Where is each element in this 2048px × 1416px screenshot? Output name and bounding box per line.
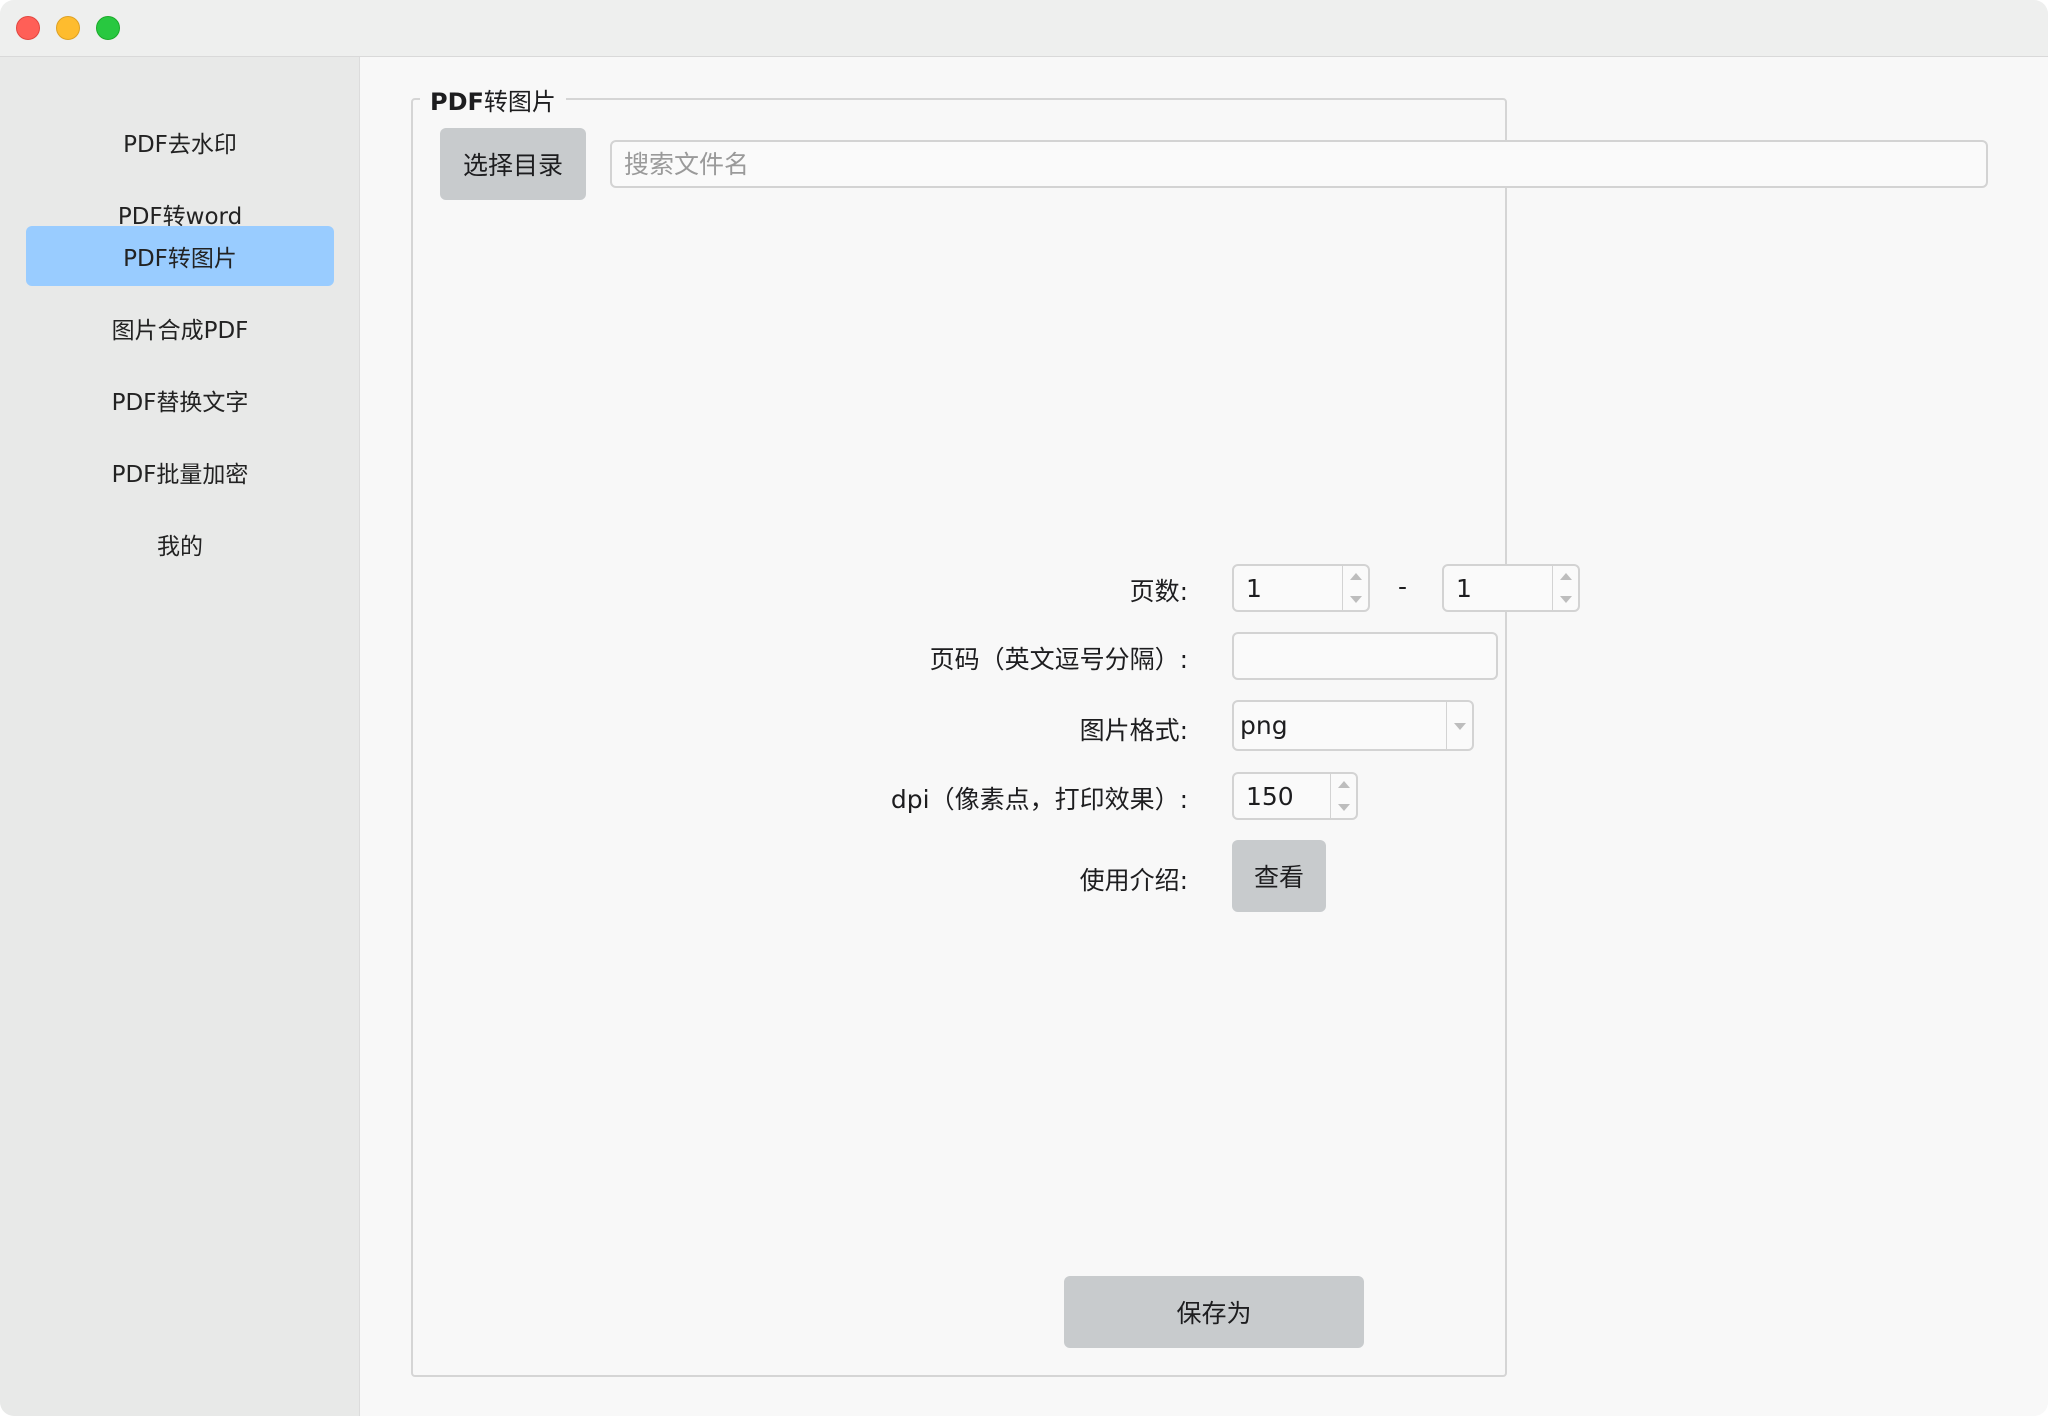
sidebar-item-mine[interactable]: 我的 — [26, 514, 334, 574]
page-from-spinbox[interactable]: 1 — [1232, 564, 1370, 612]
app-window: PDF去水印 PDF转word PDF转图片 图片合成PDF PDF替换文字 P… — [0, 0, 2048, 1416]
arrow-up-icon[interactable] — [1350, 573, 1362, 580]
image-format-value: png — [1240, 711, 1288, 740]
sidebar-item-pdf-batch-encrypt[interactable]: PDF批量加密 — [26, 442, 334, 502]
arrow-down-icon[interactable] — [1560, 596, 1572, 603]
arrow-down-icon[interactable] — [1338, 804, 1350, 811]
arrow-up-icon[interactable] — [1338, 781, 1350, 788]
chevron-down-icon — [1454, 723, 1466, 730]
page-to-value: 1 — [1456, 573, 1472, 603]
page-numbers-label: 页码（英文逗号分隔）: — [929, 645, 1188, 674]
close-window-button[interactable] — [16, 16, 40, 40]
usage-intro-label: 使用介绍: — [1079, 866, 1188, 895]
group-title-suffix: 转图片 — [483, 88, 556, 116]
page-numbers-input[interactable] — [1232, 632, 1498, 680]
minimize-window-button[interactable] — [56, 16, 80, 40]
dpi-spinbox[interactable]: 150 — [1232, 772, 1358, 820]
dpi-label: dpi（像素点，打印效果）: — [890, 785, 1188, 814]
dropdown-arrow[interactable] — [1446, 702, 1472, 749]
sidebar-item-pdf-remove-watermark[interactable]: PDF去水印 — [26, 112, 334, 172]
group-title-prefix: PDF — [430, 88, 484, 116]
page-to-stepper[interactable] — [1552, 566, 1578, 610]
title-bar — [0, 0, 2048, 57]
page-range-separator: - — [1398, 572, 1408, 601]
image-format-select[interactable]: png — [1232, 700, 1474, 751]
sidebar-item-pdf-replace-text[interactable]: PDF替换文字 — [26, 370, 334, 430]
page-to-spinbox[interactable]: 1 — [1442, 564, 1580, 612]
pages-label: 页数: — [1129, 577, 1188, 606]
arrow-up-icon[interactable] — [1560, 573, 1572, 580]
save-as-button[interactable]: 保存为 — [1064, 1276, 1364, 1348]
sidebar: PDF去水印 PDF转word PDF转图片 图片合成PDF PDF替换文字 P… — [0, 57, 360, 1416]
dpi-value: 150 — [1246, 781, 1294, 811]
dpi-stepper[interactable] — [1330, 774, 1356, 818]
arrow-down-icon[interactable] — [1350, 596, 1362, 603]
group-title: PDF转图片 — [420, 82, 566, 117]
view-button[interactable]: 查看 — [1232, 840, 1326, 912]
sidebar-item-pdf-to-image[interactable]: PDF转图片 — [26, 226, 334, 286]
choose-directory-button[interactable]: 选择目录 — [440, 128, 586, 200]
image-format-label: 图片格式: — [1079, 716, 1188, 745]
page-from-stepper[interactable] — [1342, 566, 1368, 610]
sidebar-item-images-to-pdf[interactable]: 图片合成PDF — [26, 298, 334, 358]
maximize-window-button[interactable] — [96, 16, 120, 40]
search-input[interactable] — [610, 140, 1988, 188]
page-from-value: 1 — [1246, 573, 1262, 603]
